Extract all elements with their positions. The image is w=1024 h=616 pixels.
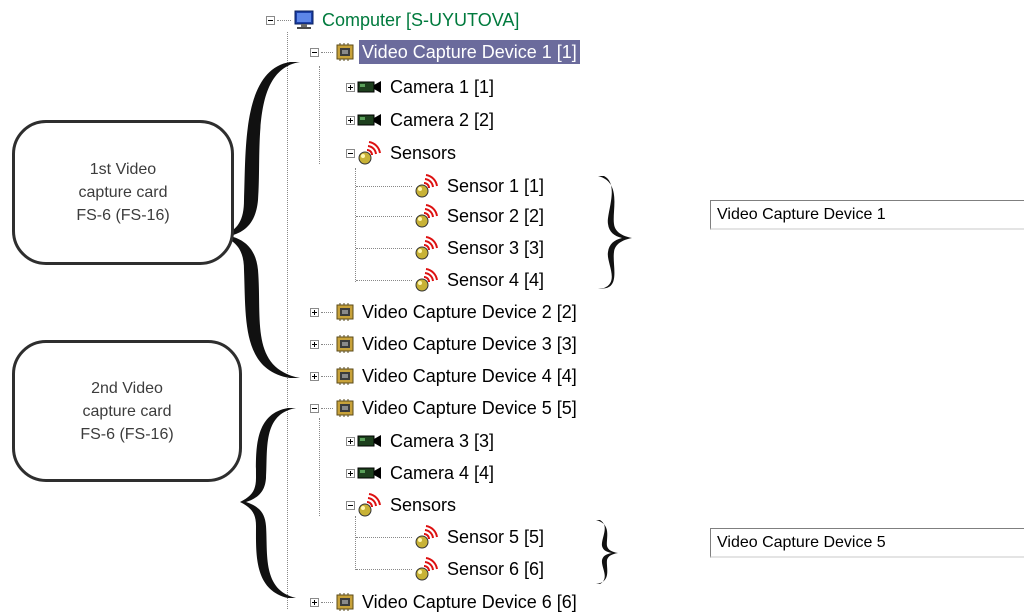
brace-annotations	[222, 62, 632, 598]
callout-line: FS-6 (FS-16)	[80, 425, 174, 443]
large-brace-device-5	[240, 408, 296, 598]
small-brace-sensors-2	[596, 520, 618, 584]
device-name-field-5[interactable]: Video Capture Device 5	[710, 528, 1024, 558]
callout-line: capture card	[82, 402, 172, 420]
callout-line: capture card	[78, 184, 168, 201]
callout-line: FS-6 (FS-16)	[76, 207, 170, 224]
callout-card-1: 1st Video capture card FS-6 (FS-16)	[12, 120, 234, 265]
callout-line: 1st Video	[89, 161, 157, 178]
device-name-field-1[interactable]: Video Capture Device 1	[710, 200, 1024, 230]
callout-line: 2nd Video	[91, 379, 163, 397]
callout-card-2: 2nd Video capture card FS-6 (FS-16)	[12, 340, 242, 482]
small-brace-sensors-1	[598, 176, 632, 289]
